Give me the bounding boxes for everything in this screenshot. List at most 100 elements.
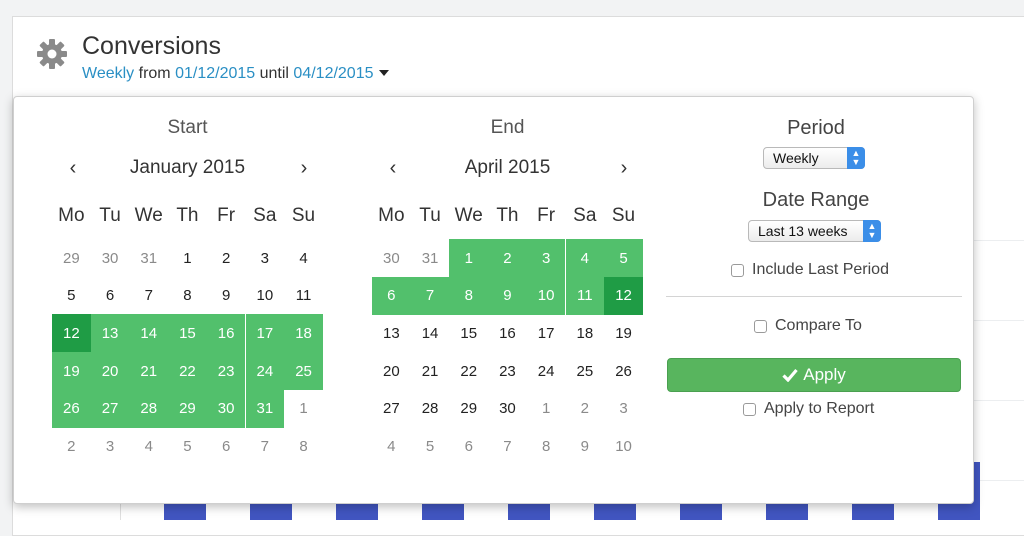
period-select[interactable]: Weekly ▲ ▼ xyxy=(763,147,865,169)
day-cell[interactable]: 18 xyxy=(566,314,605,352)
day-cell[interactable]: 19 xyxy=(52,352,91,391)
day-cell[interactable]: 6 xyxy=(449,428,488,466)
day-cell[interactable]: 3 xyxy=(604,390,643,428)
day-cell[interactable]: 8 xyxy=(168,277,207,315)
day-cell[interactable]: 10 xyxy=(604,428,643,466)
day-cell[interactable]: 5 xyxy=(52,277,91,315)
day-cell[interactable]: 7 xyxy=(246,428,285,466)
day-cell[interactable]: 31 xyxy=(411,239,450,277)
day-cell[interactable]: 25 xyxy=(284,352,323,391)
day-cell[interactable]: 30 xyxy=(372,239,411,277)
day-cell[interactable]: 7 xyxy=(410,276,450,315)
day-cell[interactable]: 14 xyxy=(411,314,450,352)
day-cell[interactable]: 9 xyxy=(488,276,527,315)
day-cell[interactable]: 26 xyxy=(52,389,91,428)
day-cell[interactable]: 22 xyxy=(449,352,488,390)
day-cell[interactable]: 18 xyxy=(284,314,323,353)
day-cell[interactable]: 4 xyxy=(284,239,323,277)
day-cell[interactable]: 21 xyxy=(129,352,169,391)
day-cell[interactable]: 17 xyxy=(245,314,285,353)
day-cell[interactable]: 17 xyxy=(527,314,566,352)
day-cell[interactable]: 8 xyxy=(449,276,489,315)
apply-button[interactable]: Apply xyxy=(667,358,961,392)
day-cell[interactable]: 21 xyxy=(411,352,450,390)
apply-to-report-checkbox[interactable]: Apply to Report xyxy=(743,400,874,418)
day-cell[interactable]: 24 xyxy=(527,352,566,390)
day-cell[interactable]: 7 xyxy=(129,277,168,315)
day-cell[interactable]: 13 xyxy=(372,314,411,352)
day-cell[interactable]: 20 xyxy=(372,352,411,390)
day-cell[interactable]: 5 xyxy=(604,239,643,277)
day-cell[interactable]: 27 xyxy=(90,389,130,428)
day-cell[interactable]: 6 xyxy=(207,428,246,466)
day-cell[interactable]: 15 xyxy=(449,314,488,352)
day-cell[interactable]: 30 xyxy=(91,239,130,277)
start-date-link[interactable]: 01/12/2015 xyxy=(175,65,255,82)
day-cell[interactable]: 7 xyxy=(488,428,527,466)
day-cell[interactable]: 30 xyxy=(206,389,246,428)
day-cell[interactable]: 15 xyxy=(168,314,207,353)
day-cell[interactable]: 26 xyxy=(604,352,643,390)
day-cell[interactable]: 5 xyxy=(411,428,450,466)
day-cell[interactable]: 24 xyxy=(245,352,285,391)
weekday-label: Su xyxy=(611,205,636,226)
day-cell[interactable]: 8 xyxy=(284,428,323,466)
day-cell[interactable]: 16 xyxy=(488,314,527,352)
gear-icon[interactable] xyxy=(36,38,68,70)
day-cell[interactable]: 11 xyxy=(284,277,323,315)
day-cell[interactable]: 4 xyxy=(565,239,605,277)
day-cell[interactable]: 3 xyxy=(91,428,130,466)
checkbox-box[interactable] xyxy=(743,402,756,416)
day-cell[interactable]: 27 xyxy=(372,390,411,428)
day-cell[interactable]: 31 xyxy=(245,389,285,428)
day-cell[interactable]: 4 xyxy=(372,428,411,466)
day-cell[interactable]: 3 xyxy=(526,239,566,277)
day-cell[interactable]: 31 xyxy=(129,239,168,277)
day-cell[interactable]: 19 xyxy=(604,314,643,352)
day-cell[interactable]: 22 xyxy=(168,352,207,391)
day-cell[interactable]: 2 xyxy=(52,428,91,466)
day-cell[interactable]: 25 xyxy=(566,352,605,390)
period-link[interactable]: Weekly xyxy=(82,65,134,82)
day-cell[interactable]: 29 xyxy=(52,239,91,277)
day-cell[interactable]: 5 xyxy=(168,428,207,466)
day-cell[interactable]: 3 xyxy=(246,239,285,277)
date-range-select[interactable]: Last 13 weeks ▲ ▼ xyxy=(748,220,881,242)
day-cell[interactable]: 9 xyxy=(566,428,605,466)
day-cell[interactable]: 2 xyxy=(207,239,246,277)
day-cell[interactable]: 6 xyxy=(372,276,411,315)
include-last-period-checkbox[interactable]: Include Last Period xyxy=(731,261,889,279)
checkbox-box[interactable] xyxy=(754,319,767,333)
day-cell[interactable]: 10 xyxy=(246,277,285,315)
day-cell[interactable]: 28 xyxy=(129,389,169,428)
day-cell[interactable]: 20 xyxy=(90,352,130,391)
day-cell[interactable]: 14 xyxy=(129,314,169,353)
caret-down-icon[interactable] xyxy=(378,70,389,76)
day-cell[interactable]: 4 xyxy=(129,428,168,466)
day-cell[interactable]: 1 xyxy=(449,239,489,277)
day-cell[interactable]: 28 xyxy=(411,390,450,428)
date-range-summary[interactable]: Weekly from 01/12/2015 until 04/12/2015 xyxy=(82,65,389,83)
day-cell[interactable]: 12 xyxy=(604,276,643,315)
end-date-link[interactable]: 04/12/2015 xyxy=(293,65,373,82)
day-cell[interactable]: 1 xyxy=(284,390,323,428)
day-cell[interactable]: 9 xyxy=(207,277,246,315)
day-cell[interactable]: 10 xyxy=(526,276,566,315)
day-cell[interactable]: 23 xyxy=(206,352,246,391)
day-cell[interactable]: 30 xyxy=(488,390,527,428)
day-cell[interactable]: 29 xyxy=(449,390,488,428)
day-cell[interactable]: 1 xyxy=(527,390,566,428)
day-cell[interactable]: 2 xyxy=(488,239,527,277)
compare-to-checkbox[interactable]: Compare To xyxy=(754,317,862,335)
checkbox-box[interactable] xyxy=(731,263,744,277)
day-cell[interactable]: 23 xyxy=(488,352,527,390)
day-cell[interactable]: 2 xyxy=(566,390,605,428)
day-cell[interactable]: 29 xyxy=(168,389,207,428)
day-cell[interactable]: 1 xyxy=(168,239,207,277)
day-cell[interactable]: 12 xyxy=(52,314,91,353)
day-cell[interactable]: 16 xyxy=(206,314,246,353)
day-cell[interactable]: 13 xyxy=(90,314,130,353)
day-cell[interactable]: 8 xyxy=(527,428,566,466)
day-cell[interactable]: 6 xyxy=(91,277,130,315)
day-cell[interactable]: 11 xyxy=(565,276,605,315)
